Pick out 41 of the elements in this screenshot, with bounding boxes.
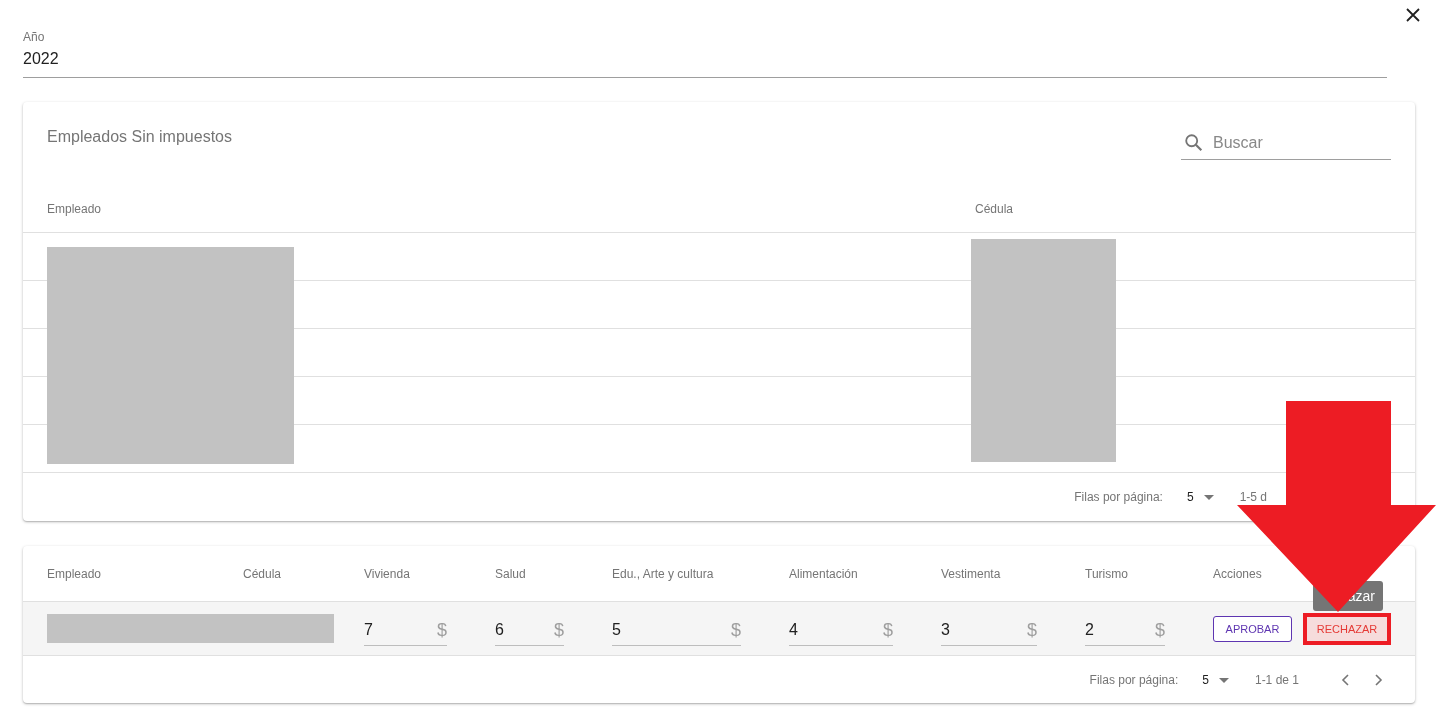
column-header: Vestimenta bbox=[941, 566, 1002, 581]
currency-symbol: $ bbox=[1027, 619, 1037, 641]
caret-icon bbox=[1203, 494, 1214, 500]
amount-field[interactable]: 3 $ bbox=[941, 611, 1037, 646]
amount-field[interactable]: 2 $ bbox=[1085, 611, 1165, 646]
search-field[interactable]: Buscar bbox=[1211, 132, 1381, 153]
year-value: 2022 bbox=[23, 50, 60, 68]
column-header: Turismo bbox=[1085, 566, 1129, 581]
chevron-left-icon bbox=[1341, 674, 1349, 686]
column-header: Empleado bbox=[47, 566, 103, 581]
amount-field[interactable]: 7 $ bbox=[364, 611, 447, 646]
column-header: Vivienda bbox=[364, 566, 411, 581]
currency-symbol: $ bbox=[883, 619, 893, 641]
column-header: Acciones bbox=[1213, 566, 1263, 581]
amount-field[interactable]: 6 $ bbox=[495, 611, 564, 646]
rows-per-page-label: Filas por página: bbox=[1074, 490, 1163, 504]
currency-symbol: $ bbox=[1155, 619, 1165, 641]
currency-symbol: $ bbox=[731, 619, 741, 641]
year-label: Año bbox=[23, 30, 46, 44]
column-header: Empleado bbox=[47, 201, 103, 216]
column-header: Alimentación bbox=[789, 566, 859, 581]
column-header: Edu., Arte y cultura bbox=[612, 566, 715, 581]
amount-field[interactable]: 4 $ bbox=[789, 611, 893, 646]
search-icon bbox=[1183, 131, 1205, 154]
column-header: Cédula bbox=[243, 566, 283, 581]
year-field[interactable]: Año 2022 bbox=[23, 0, 1387, 78]
page-range: 1-1 de 1 bbox=[1254, 673, 1299, 687]
column-header: Salud bbox=[495, 566, 527, 581]
column-header: Cédula bbox=[975, 201, 1014, 216]
currency-symbol: $ bbox=[554, 619, 564, 641]
approve-button[interactable]: APROBAR bbox=[1213, 615, 1292, 642]
rows-per-page-select[interactable]: 5 bbox=[1186, 490, 1214, 504]
caret-icon bbox=[1218, 677, 1229, 683]
rows-per-page-label: Filas por página: bbox=[1089, 673, 1179, 687]
rows-per-page-select[interactable]: 5 bbox=[1202, 673, 1229, 687]
chevron-right-icon bbox=[1375, 674, 1383, 686]
close-icon[interactable] bbox=[1406, 8, 1420, 22]
amount-field[interactable]: 5 $ bbox=[612, 611, 741, 646]
currency-symbol: $ bbox=[437, 619, 447, 641]
card-title: Empleados Sin impuestos bbox=[47, 128, 232, 147]
page-range: 1-5 d bbox=[1239, 490, 1267, 504]
